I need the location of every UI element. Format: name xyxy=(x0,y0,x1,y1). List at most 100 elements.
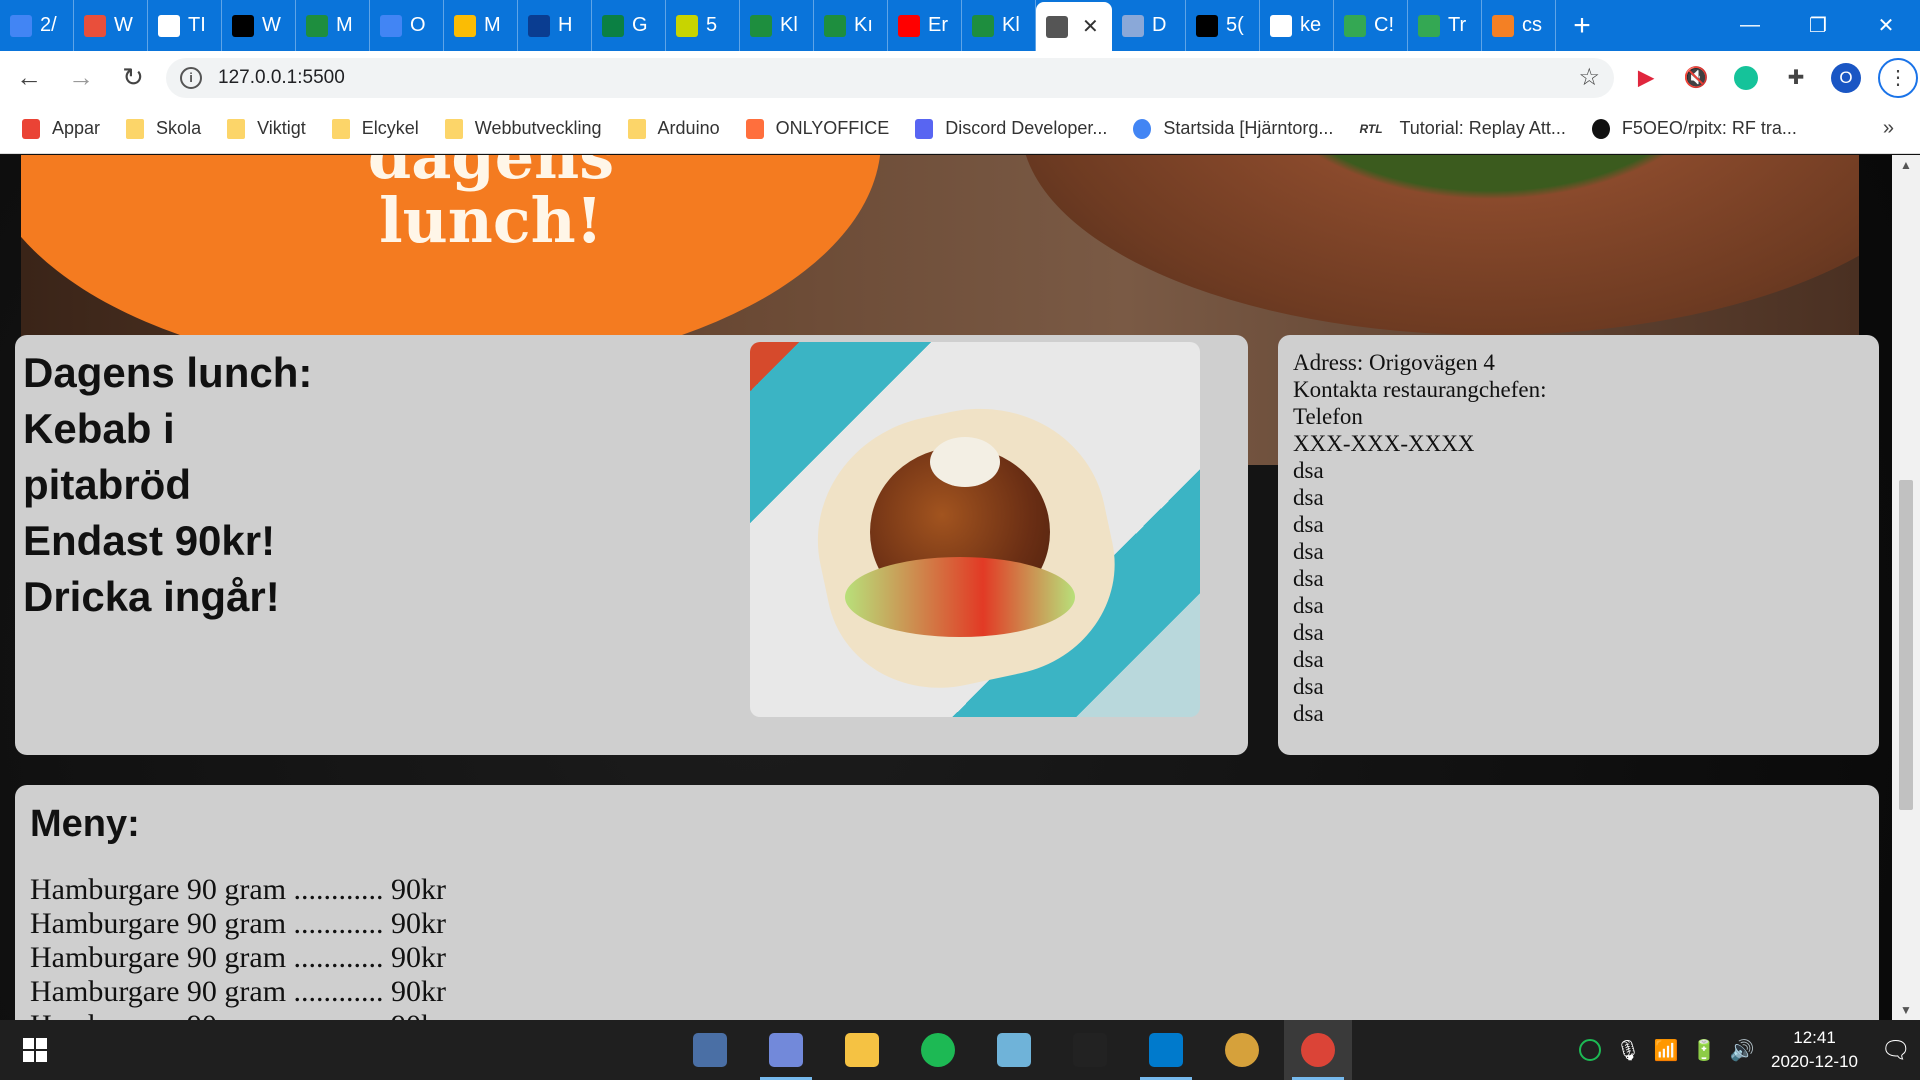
apps-grid-icon xyxy=(22,118,40,139)
browser-tab[interactable]: ke xyxy=(1260,0,1334,51)
browser-tab[interactable]: Kı xyxy=(814,0,888,51)
browser-tab[interactable]: D xyxy=(1112,0,1186,51)
contact-info-line: dsa xyxy=(1293,701,1324,726)
browser-tab[interactable]: 5( xyxy=(1186,0,1260,51)
qr-icon xyxy=(232,14,254,37)
bookmark-item[interactable]: Discord Developer... xyxy=(915,118,1107,139)
close-tab-icon[interactable]: ✕ xyxy=(1082,14,1099,39)
close-window-button[interactable]: ✕ xyxy=(1852,0,1920,51)
lunch-drink-note: Dricka ingår! xyxy=(23,573,280,620)
extensions-puzzle-icon[interactable]: ✚ xyxy=(1778,60,1814,96)
bookmarks-overflow-button[interactable]: » xyxy=(1883,117,1894,140)
bookmark-item[interactable]: Elcykel xyxy=(331,118,419,139)
browser-tab[interactable]: C! xyxy=(1334,0,1408,51)
reload-button[interactable]: ↻ xyxy=(110,55,156,101)
rtl-icon: RTL xyxy=(1359,121,1383,136)
minimize-button[interactable]: — xyxy=(1716,0,1784,51)
browser-tab[interactable]: G xyxy=(592,0,666,51)
contact-info-line: dsa xyxy=(1293,620,1324,645)
tab-title: M xyxy=(484,14,501,36)
bookmark-item[interactable]: ONLYOFFICE xyxy=(745,118,889,139)
scroll-down-arrow-icon[interactable]: ▼ xyxy=(1892,1000,1920,1020)
taskbar-app-chrome[interactable] xyxy=(1284,1020,1352,1080)
system-clock[interactable]: 12:41 2020-12-10 xyxy=(1771,1026,1858,1074)
windows-logo-icon xyxy=(23,1038,47,1062)
restore-button[interactable]: ❐ xyxy=(1784,0,1852,51)
start-button[interactable] xyxy=(0,1020,70,1080)
volume-icon[interactable]: 🔊 xyxy=(1727,1035,1757,1065)
taskbar-app-game-shapes[interactable] xyxy=(1208,1020,1276,1080)
chrome-icon xyxy=(1301,1033,1335,1067)
slides-icon xyxy=(454,14,476,37)
browser-tab[interactable]: Er xyxy=(888,0,962,51)
classroom-icon xyxy=(972,14,994,37)
bookmark-item[interactable]: Startsida [Hjärntorg... xyxy=(1133,118,1333,139)
browser-tab[interactable]: cs xyxy=(1482,0,1556,51)
scrollbar-thumb[interactable] xyxy=(1899,480,1913,810)
todays-lunch-card: Dagens lunch: Kebab i pitabröd Endast 90… xyxy=(15,335,1248,755)
page-scrollbar[interactable]: ▲ ▼ xyxy=(1892,155,1920,1020)
classroom-icon xyxy=(750,14,772,37)
taskbar-app-vscode[interactable] xyxy=(1132,1020,1200,1080)
browser-tab[interactable]: W xyxy=(74,0,148,51)
site-info-icon[interactable]: i xyxy=(180,66,202,89)
bookmark-item[interactable]: F5OEO/rpitx: RF tra... xyxy=(1591,118,1797,139)
url-text[interactable]: 127.0.0.1:5500 xyxy=(218,67,345,89)
github-icon xyxy=(1591,118,1610,139)
w3-icon xyxy=(1418,14,1440,37)
browser-menu-icon[interactable]: ⋮ xyxy=(1878,57,1918,98)
forward-button[interactable]: → xyxy=(58,55,104,101)
onlyoffice-icon xyxy=(745,118,764,139)
bookmark-item[interactable]: Skola xyxy=(126,118,201,139)
taskbar-app-discord-notify[interactable] xyxy=(752,1020,820,1080)
browser-tab[interactable]: ✕ xyxy=(1036,2,1112,51)
wifi-icon[interactable]: 📶 xyxy=(1651,1035,1681,1065)
address-bar[interactable]: i 127.0.0.1:5500 ☆ xyxy=(166,57,1614,98)
browser-tab[interactable]: 5 xyxy=(666,0,740,51)
contact-info-line: dsa xyxy=(1293,539,1324,564)
bookmark-item[interactable]: RTL Tutorial: Replay Att... xyxy=(1359,118,1565,139)
taskbar-app-calculator[interactable] xyxy=(676,1020,744,1080)
taskbar-app-spotify[interactable] xyxy=(904,1020,972,1080)
profile-avatar[interactable]: O xyxy=(1828,60,1864,96)
tab-title: Kl xyxy=(780,14,798,36)
browser-tab[interactable]: 2/ xyxy=(0,0,74,51)
browser-tab[interactable]: Tr xyxy=(1408,0,1482,51)
bookmark-star-icon[interactable]: ☆ xyxy=(1578,63,1600,92)
mute-tab-icon[interactable]: 🔇 xyxy=(1678,60,1714,96)
browser-tab[interactable]: H xyxy=(518,0,592,51)
browser-tab[interactable]: O xyxy=(370,0,444,51)
unity-icon xyxy=(1073,1033,1107,1067)
bookmark-item[interactable]: Arduino xyxy=(627,118,720,139)
browser-tab[interactable]: W xyxy=(222,0,296,51)
classroom-icon xyxy=(824,14,846,37)
contact-info-line: dsa xyxy=(1293,593,1324,618)
bookmark-label: Webbutveckling xyxy=(474,118,602,138)
lunch-dish-line2: pitabröd xyxy=(23,461,191,508)
extension-red-icon[interactable]: ▶ xyxy=(1628,60,1664,96)
back-button[interactable]: ← xyxy=(6,55,52,101)
c-icon xyxy=(528,14,550,37)
bookmark-item[interactable]: Appar xyxy=(22,118,100,139)
browser-tab[interactable]: Kl xyxy=(962,0,1036,51)
browser-tab[interactable]: Kl xyxy=(740,0,814,51)
taskbar-app-file-explorer[interactable] xyxy=(828,1020,896,1080)
taskbar-app-unity[interactable] xyxy=(1056,1020,1124,1080)
battery-icon[interactable]: 🔋 xyxy=(1689,1035,1719,1065)
browser-tab[interactable]: M xyxy=(444,0,518,51)
menu-item: Hamburgare 90 gram ............ 90kr xyxy=(30,873,447,906)
bookmark-item[interactable]: Webbutveckling xyxy=(444,118,602,139)
folder-icon xyxy=(444,118,463,139)
notification-center-icon[interactable]: 🗨 xyxy=(1872,1020,1920,1080)
new-tab-button[interactable]: + xyxy=(1556,0,1608,51)
scroll-up-arrow-icon[interactable]: ▲ xyxy=(1892,155,1920,175)
status-circle-icon[interactable] xyxy=(1575,1035,1605,1065)
page-viewport: dagens lunch! Dagens lunch: Kebab i pita… xyxy=(0,155,1892,1020)
tab-title: ke xyxy=(1300,14,1322,36)
taskbar-app-edit-tool[interactable] xyxy=(980,1020,1048,1080)
grammarly-icon[interactable] xyxy=(1728,60,1764,96)
browser-tab[interactable]: TI xyxy=(148,0,222,51)
browser-tab[interactable]: M xyxy=(296,0,370,51)
microphone-icon[interactable]: 🎙 xyxy=(1613,1035,1643,1065)
bookmark-item[interactable]: Viktigt xyxy=(227,118,306,139)
